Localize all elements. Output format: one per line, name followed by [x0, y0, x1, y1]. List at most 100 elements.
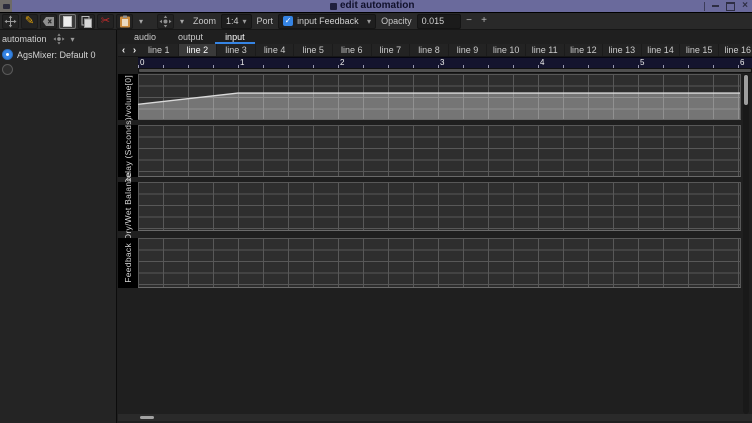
track-label: Feedback: [123, 243, 133, 283]
track-row-feedback: Feedback: [118, 238, 752, 288]
window-title: edit automation: [340, 0, 414, 12]
titlebar[interactable]: edit automation ×: [0, 0, 752, 13]
line-tab-label: line 6: [341, 45, 363, 55]
clear-icon: [42, 16, 55, 27]
window-controls-separator: [704, 2, 705, 11]
line-tab[interactable]: line 15: [680, 44, 719, 56]
zoom-select[interactable]: 1:4 ▾: [221, 14, 252, 29]
scope-tabs: audio output input: [118, 30, 255, 44]
select-tool-button[interactable]: [59, 14, 76, 29]
edit-scrollbar-top-thumb[interactable]: [139, 69, 751, 72]
ruler-tick-label: 4: [540, 58, 544, 67]
automation-curve-volume[interactable]: [138, 74, 740, 119]
line-tab-label: line 1: [148, 45, 170, 55]
position-tool-button[interactable]: [2, 14, 19, 29]
port-select[interactable]: ✓ input Feedback ▾: [278, 14, 376, 29]
scope-tab[interactable]: output: [168, 30, 213, 44]
radio-icon: [2, 64, 13, 75]
automation-label: automation: [2, 34, 47, 44]
edit-tool-button[interactable]: ✎: [21, 14, 38, 29]
line-tab-label: line 8: [418, 45, 440, 55]
line-tab[interactable]: line 4: [256, 44, 295, 56]
line-tab-label: line 14: [647, 45, 674, 55]
track-label-strip: Delay (Seconds): [118, 125, 138, 177]
line-tab[interactable]: line 11: [526, 44, 565, 56]
automation-editor: audio output input ‹ › line 1 line 2 lin…: [118, 30, 752, 423]
line-tab[interactable]: line 2: [179, 44, 218, 56]
line-tab-label: line 16: [724, 45, 751, 55]
line-tab[interactable]: line 12: [565, 44, 604, 56]
copy-tool-button[interactable]: [78, 14, 95, 29]
minimize-icon: [712, 5, 719, 7]
automation-grid-drywet[interactable]: [138, 182, 741, 231]
track-row-drywet: Dry/Wet Balance: [118, 182, 752, 231]
window-menu-button[interactable]: [0, 0, 12, 12]
opacity-decrement-button[interactable]: −: [463, 14, 476, 28]
track-label: Dry/Wet Balance: [123, 172, 133, 240]
line-tab[interactable]: line 9: [449, 44, 488, 56]
machine-radio-row[interactable]: AgsMixer: Default 0: [0, 47, 116, 62]
tool-popup-dropdown[interactable]: ▾: [176, 14, 188, 29]
line-tab-strip: line 1 line 2 line 3 line 4 line 5 line …: [140, 44, 752, 56]
zoom-value: 1:4: [226, 16, 239, 26]
track-row-delay: Delay (Seconds): [118, 125, 752, 177]
line-tab-label: line 11: [532, 45, 558, 55]
line-tab[interactable]: line 5: [294, 44, 333, 56]
scope-tab-label: audio: [134, 32, 156, 42]
line-tab[interactable]: line 14: [642, 44, 681, 56]
automation-grid-volume[interactable]: [138, 74, 741, 120]
port-label: Port: [257, 16, 274, 26]
tool-popup-button[interactable]: [157, 14, 174, 29]
opacity-input[interactable]: 0.015: [417, 14, 461, 29]
line-tab[interactable]: line 6: [333, 44, 372, 56]
scope-tab-label: input: [225, 32, 245, 42]
edit-scrollbar-top[interactable]: [138, 68, 752, 73]
automation-header: automation ▾: [0, 30, 116, 47]
scroll-left-button[interactable]: ‹: [118, 44, 129, 56]
horizontal-scrollbar[interactable]: [118, 414, 752, 421]
scope-tab[interactable]: input: [215, 30, 255, 44]
line-tab-label: line 4: [264, 45, 286, 55]
ruler-tick-label: 5: [640, 58, 644, 67]
opacity-label: Opacity: [381, 16, 412, 26]
machine-sidebar: automation ▾ AgsMixer: Default 0: [0, 30, 117, 423]
port-checkbox[interactable]: ✓: [283, 16, 293, 26]
vertical-scrollbar[interactable]: [743, 74, 749, 414]
maximize-button[interactable]: [725, 1, 735, 11]
position-icon: [4, 15, 17, 28]
cut-tool-button[interactable]: ✂: [97, 14, 114, 29]
close-button[interactable]: ×: [740, 1, 750, 11]
line-tab[interactable]: line 13: [603, 44, 642, 56]
horizontal-scrollbar-thumb[interactable]: [140, 416, 154, 419]
line-tab[interactable]: line 16: [719, 44, 752, 56]
zoom-label: Zoom: [193, 16, 216, 26]
clear-tool-button[interactable]: [40, 14, 57, 29]
line-tab-label: line 3: [225, 45, 247, 55]
ruler-tick-label: 3: [440, 58, 444, 67]
line-tab[interactable]: line 8: [410, 44, 449, 56]
line-tab[interactable]: line 10: [487, 44, 526, 56]
line-tab[interactable]: line 7: [372, 44, 411, 56]
machine-label: AgsMixer: Default 0: [17, 50, 96, 60]
automation-grid-feedback[interactable]: [138, 238, 741, 288]
minimize-button[interactable]: [710, 1, 720, 11]
line-tab[interactable]: line 3: [217, 44, 256, 56]
track-row-volume: ./volume[0]: [118, 74, 752, 120]
automation-grid-delay[interactable]: [138, 125, 741, 177]
paste-tool-button[interactable]: [116, 14, 133, 29]
opacity-increment-button[interactable]: +: [478, 14, 491, 28]
automation-dropdown[interactable]: ▾: [71, 35, 75, 44]
track-label-strip: Dry/Wet Balance: [118, 182, 138, 231]
scope-tab[interactable]: audio: [124, 30, 166, 44]
paste-icon: [119, 15, 131, 28]
machine-radio-row[interactable]: [0, 62, 116, 77]
chevron-down-icon: ▾: [367, 17, 371, 26]
port-value: input Feedback: [297, 16, 363, 26]
title-area: edit automation: [330, 0, 414, 12]
scroll-right-button[interactable]: ›: [129, 44, 140, 56]
line-tab[interactable]: line 1: [140, 44, 179, 56]
scope-tab-label: output: [178, 32, 203, 42]
tool-popup-icon: [159, 15, 172, 28]
paste-options-dropdown[interactable]: ▾: [135, 14, 147, 29]
vertical-scrollbar-thumb[interactable]: [744, 75, 748, 105]
